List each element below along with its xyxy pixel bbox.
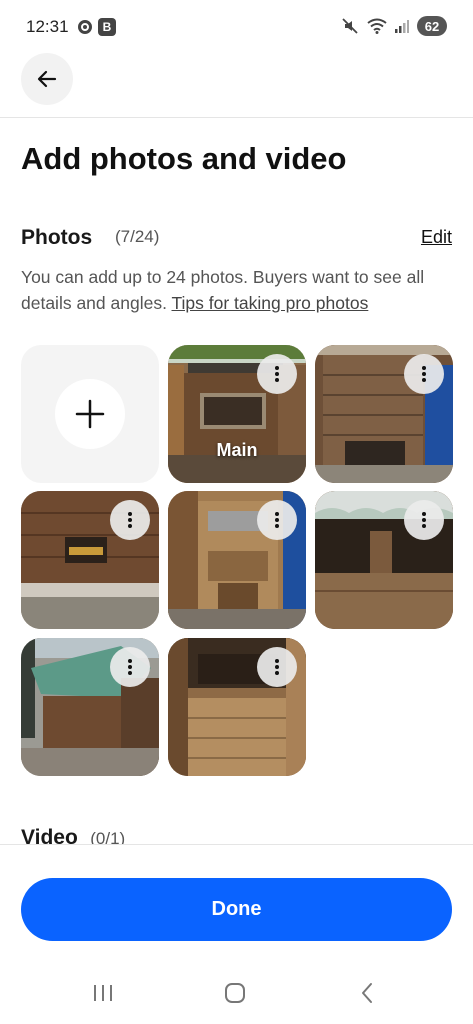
more-vertical-icon [422,366,426,382]
chrome-icon [78,20,92,34]
bottom-action-area: Done [0,844,473,1024]
photo-options-button[interactable] [110,647,150,687]
system-nav-bar [0,973,473,1013]
back-nav-icon[interactable] [359,982,375,1004]
photo-tile-1[interactable]: Main [168,345,306,483]
photos-header: Photos (7/24) Edit [21,226,452,252]
photo-options-button[interactable] [404,354,444,394]
photo-options-button[interactable] [257,647,297,687]
page-title: Add photos and video [21,141,347,176]
status-bar: 12:31 B 62 [0,0,473,52]
photo-tile-5[interactable] [315,491,453,629]
photo-options-button[interactable] [110,500,150,540]
video-section-title: Video [21,826,78,844]
photo-tile-3[interactable] [21,491,159,629]
photo-options-button[interactable] [257,500,297,540]
wifi-icon [367,18,387,34]
more-vertical-icon [128,659,132,675]
status-time: 12:31 [26,17,69,36]
video-count: (0/1) [90,829,126,844]
mute-icon [342,18,358,34]
photos-description: You can add up to 24 photos. Buyers want… [21,264,453,316]
more-vertical-icon [128,512,132,528]
photo-tile-4[interactable] [168,491,306,629]
photos-count: (7/24) [115,227,160,246]
photo-tile-7[interactable] [168,638,306,776]
more-vertical-icon [422,512,426,528]
b-badge-icon: B [98,18,116,36]
arrow-left-icon [37,70,57,88]
tips-link[interactable]: Tips for taking pro photos [172,293,369,313]
more-vertical-icon [275,366,279,382]
photo-options-button[interactable] [404,500,444,540]
photo-tile-6[interactable] [21,638,159,776]
plus-icon [75,399,105,429]
back-button[interactable] [21,53,73,105]
signal-icon [395,20,409,33]
main-photo-label: Main [216,440,258,460]
video-section: Video (0/1) [21,826,453,844]
photo-options-button[interactable] [257,354,297,394]
top-app-bar [0,52,473,118]
recent-apps-icon[interactable] [92,983,114,1003]
photo-tile-2[interactable] [315,345,453,483]
add-photo-button[interactable] [21,345,159,483]
edit-link[interactable]: Edit [421,227,452,248]
more-vertical-icon [275,512,279,528]
home-icon[interactable] [224,982,246,1004]
battery-indicator: 62 [417,16,447,36]
photos-section-title: Photos [21,226,93,249]
more-vertical-icon [275,659,279,675]
done-button[interactable]: Done [21,878,452,941]
